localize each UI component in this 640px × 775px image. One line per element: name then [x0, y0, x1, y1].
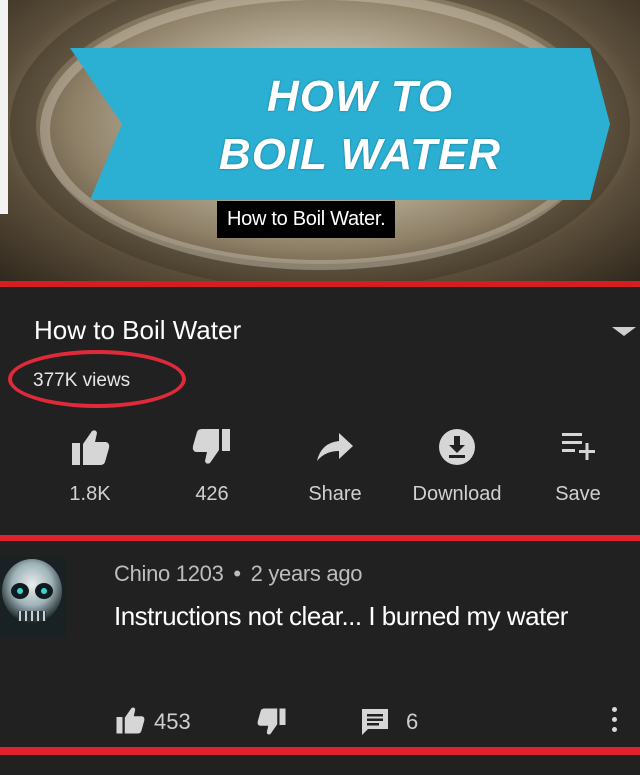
thumbs-up-icon [72, 430, 110, 465]
like-button[interactable]: 1.8K [30, 427, 150, 517]
expand-description-icon[interactable] [612, 327, 636, 336]
share-icon [317, 433, 353, 461]
thumbnail-edge [0, 0, 8, 214]
thumbs-up-icon [116, 707, 145, 734]
meta-separator: • [233, 561, 241, 586]
dislike-button[interactable]: 426 [152, 427, 272, 517]
more-options-icon[interactable] [612, 707, 618, 737]
video-info-panel: How to Boil Water 377K views 1.8K 426 Sh… [0, 287, 640, 531]
video-thumbnail[interactable]: HOW TO BOIL WATER How to Boil Water. [0, 0, 640, 286]
comment-item: Chino 1203 • 2 years ago Instructions no… [0, 545, 640, 747]
save-button[interactable]: Save [518, 427, 638, 517]
comment-like-count: 453 [154, 709, 191, 734]
comment-body: Instructions not clear... I burned my wa… [114, 601, 568, 631]
add-to-playlist-icon [562, 433, 595, 460]
view-count: 377K views [33, 370, 131, 391]
bottom-strip [0, 755, 640, 775]
title-banner: HOW TO BOIL WATER [70, 48, 610, 200]
video-title: How to Boil Water [34, 315, 242, 345]
download-icon [439, 429, 475, 465]
download-label: Download [412, 483, 502, 505]
comment-author[interactable]: Chino 1203 [114, 561, 224, 586]
reply-count: 6 [406, 709, 419, 734]
skull-avatar[interactable] [0, 557, 66, 637]
highlight-line-top [0, 535, 640, 541]
download-button[interactable]: Download [397, 427, 517, 517]
share-label: Share [308, 483, 362, 505]
reply-comment-icon [362, 709, 388, 735]
thumbs-down-icon [192, 429, 230, 464]
comment-time: 2 years ago [250, 561, 363, 586]
comment-meta: Chino 1203 • 2 years ago [114, 561, 363, 587]
dislike-count: 426 [195, 483, 229, 505]
subtitle-caption: How to Boil Water. [217, 201, 396, 238]
highlight-line-bottom [0, 747, 640, 755]
banner-line-1: HOW TO [266, 72, 454, 121]
banner-line-2: BOIL WATER [218, 130, 502, 179]
share-button[interactable]: Share [275, 427, 395, 517]
like-count: 1.8K [69, 483, 111, 505]
thumbs-down-icon [257, 708, 286, 735]
save-label: Save [555, 483, 601, 505]
